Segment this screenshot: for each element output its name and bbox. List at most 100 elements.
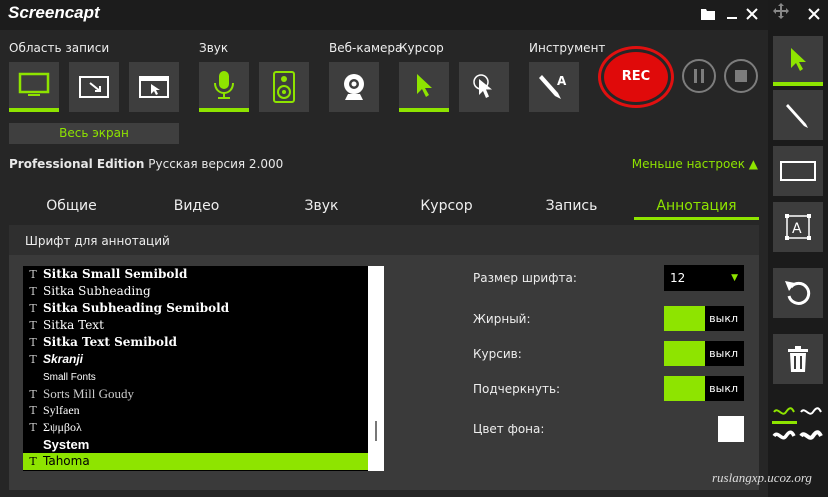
rectangle-tool-button[interactable]	[773, 146, 823, 196]
fullscreen-label[interactable]: Весь экран	[9, 123, 179, 144]
cursor-show-button[interactable]	[399, 62, 449, 112]
toggle-knob	[664, 341, 705, 366]
list-item[interactable]: T Sitka Small Semibold	[23, 266, 368, 283]
list-item[interactable]: T Sitka Subheading	[23, 283, 368, 300]
pause-icon	[694, 69, 704, 83]
edition-name: Professional Edition	[9, 157, 145, 171]
annotation-tool-button[interactable]: A	[529, 62, 579, 112]
monitor-icon	[18, 72, 50, 96]
text-pen-icon: A	[539, 74, 567, 99]
close-button[interactable]	[744, 6, 760, 22]
list-item[interactable]: T Sitka Text Semibold	[23, 334, 368, 351]
list-item[interactable]: T Sylfaen	[23, 402, 368, 419]
line-style-selected[interactable]	[772, 402, 797, 424]
bold-toggle[interactable]: выкл	[664, 306, 744, 331]
edition-version: Русская версия 2.000	[148, 157, 284, 171]
app-title: Screencapt	[8, 3, 100, 22]
line-style-bold[interactable]	[799, 426, 824, 448]
underline-label: Подчеркнуть:	[473, 382, 561, 396]
microphone-icon	[214, 71, 234, 99]
truetype-icon: T	[29, 455, 37, 468]
move-icon[interactable]	[773, 3, 789, 23]
speaker-icon	[273, 71, 295, 103]
font-size-value: 12	[670, 271, 686, 285]
record-button[interactable]: REC	[604, 52, 668, 102]
scrollbar-thumb[interactable]	[375, 421, 377, 441]
list-item[interactable]: T Sorts Mill Goudy	[23, 385, 368, 402]
list-item[interactable]: Small Fonts	[23, 368, 368, 385]
minimize-button[interactable]	[724, 6, 740, 22]
toggle-state: выкл	[709, 347, 738, 360]
font-size-label: Размер шрифта:	[473, 271, 577, 285]
fullscreen-area-button[interactable]	[9, 62, 59, 112]
select-tool-button[interactable]	[773, 36, 823, 86]
sound-group-label: Звук	[199, 41, 229, 55]
annotation-toolbar: A	[768, 0, 828, 497]
trash-icon	[788, 346, 808, 372]
tab-sound[interactable]: Звук	[259, 194, 384, 220]
list-item[interactable]: T Sitka Subheading Semibold	[23, 300, 368, 317]
svg-text:A: A	[557, 74, 567, 88]
tab-cursor[interactable]: Курсор	[384, 194, 509, 220]
truetype-icon: T	[29, 388, 37, 401]
tab-annotation[interactable]: Аннотация	[634, 194, 759, 220]
list-item[interactable]: T Σψμβολ	[23, 419, 368, 436]
list-item[interactable]: T Sitka Text	[23, 317, 368, 334]
area-group-label: Область записи	[9, 41, 110, 55]
tab-general[interactable]: Общие	[9, 194, 134, 220]
cursor-click-button[interactable]	[459, 62, 509, 112]
speaker-button[interactable]	[259, 62, 309, 112]
toggle-state: выкл	[709, 312, 738, 325]
line-style-thick[interactable]	[772, 426, 797, 448]
font-list[interactable]: T Sitka Small Semibold T Sitka Subheading …	[23, 266, 384, 471]
list-item[interactable]: T Skranji	[23, 351, 368, 368]
tab-video[interactable]: Видео	[134, 194, 259, 220]
folder-icon[interactable]	[700, 6, 716, 22]
pen-tool-button[interactable]	[773, 90, 823, 140]
stop-icon	[735, 70, 747, 82]
underline-toggle[interactable]: выкл	[664, 376, 744, 401]
bg-color-swatch[interactable]	[718, 416, 744, 442]
italic-label: Курсив:	[473, 347, 522, 361]
bg-color-label: Цвет фона:	[473, 422, 545, 436]
cursor-arrow-icon	[791, 48, 806, 71]
font-size-select[interactable]: 12 ▼	[664, 265, 744, 291]
main-window: Screencapt Область записи Звук Веб-камер…	[0, 0, 768, 497]
line-style-medium[interactable]	[799, 402, 824, 424]
italic-toggle[interactable]: выкл	[664, 341, 744, 366]
toggle-state: выкл	[709, 382, 738, 395]
tool-group-label: Инструмент	[529, 41, 606, 55]
tab-record[interactable]: Запись	[509, 194, 634, 220]
microphone-button[interactable]	[199, 62, 249, 112]
annotation-panel: Шрифт для аннотаций T Sitka Small Semibol…	[9, 225, 759, 490]
close-toolbar-button[interactable]	[808, 5, 820, 24]
list-item-selected[interactable]: T Tahoma	[23, 453, 368, 470]
text-tool-button[interactable]: A	[773, 202, 823, 252]
rectangle-icon	[780, 161, 816, 181]
list-item[interactable]: System	[23, 436, 368, 453]
pen-icon	[786, 104, 808, 128]
thin-wave-icon	[773, 407, 795, 415]
webcam-button[interactable]	[329, 62, 379, 112]
undo-button[interactable]	[773, 268, 823, 318]
clear-button[interactable]	[773, 334, 823, 384]
bold-label: Жирный:	[473, 312, 531, 326]
toggle-knob	[664, 376, 705, 401]
settings-tabs: Общие Видео Звук Курсор Запись Аннотация	[9, 194, 759, 220]
less-settings-link[interactable]: Меньше настроек ▲	[632, 157, 758, 171]
font-list-scrollbar[interactable]	[368, 266, 384, 471]
panel-title: Шрифт для аннотаций	[9, 225, 759, 255]
thick-wave-icon	[772, 430, 796, 440]
webcam-group-label: Веб-камера	[329, 41, 403, 55]
bold-wave-icon	[799, 430, 823, 440]
toggle-knob	[664, 306, 705, 331]
stop-button[interactable]	[724, 59, 758, 93]
pause-button[interactable]	[682, 59, 716, 93]
title-bar: Screencapt	[0, 0, 768, 30]
truetype-icon: T	[29, 404, 37, 417]
truetype-icon: T	[29, 319, 37, 332]
cursor-group-label: Курсор	[399, 41, 444, 55]
window-area-button[interactable]	[129, 62, 179, 112]
edition-info: Professional Edition Русская версия 2.00…	[9, 157, 283, 171]
region-area-button[interactable]	[69, 62, 119, 112]
